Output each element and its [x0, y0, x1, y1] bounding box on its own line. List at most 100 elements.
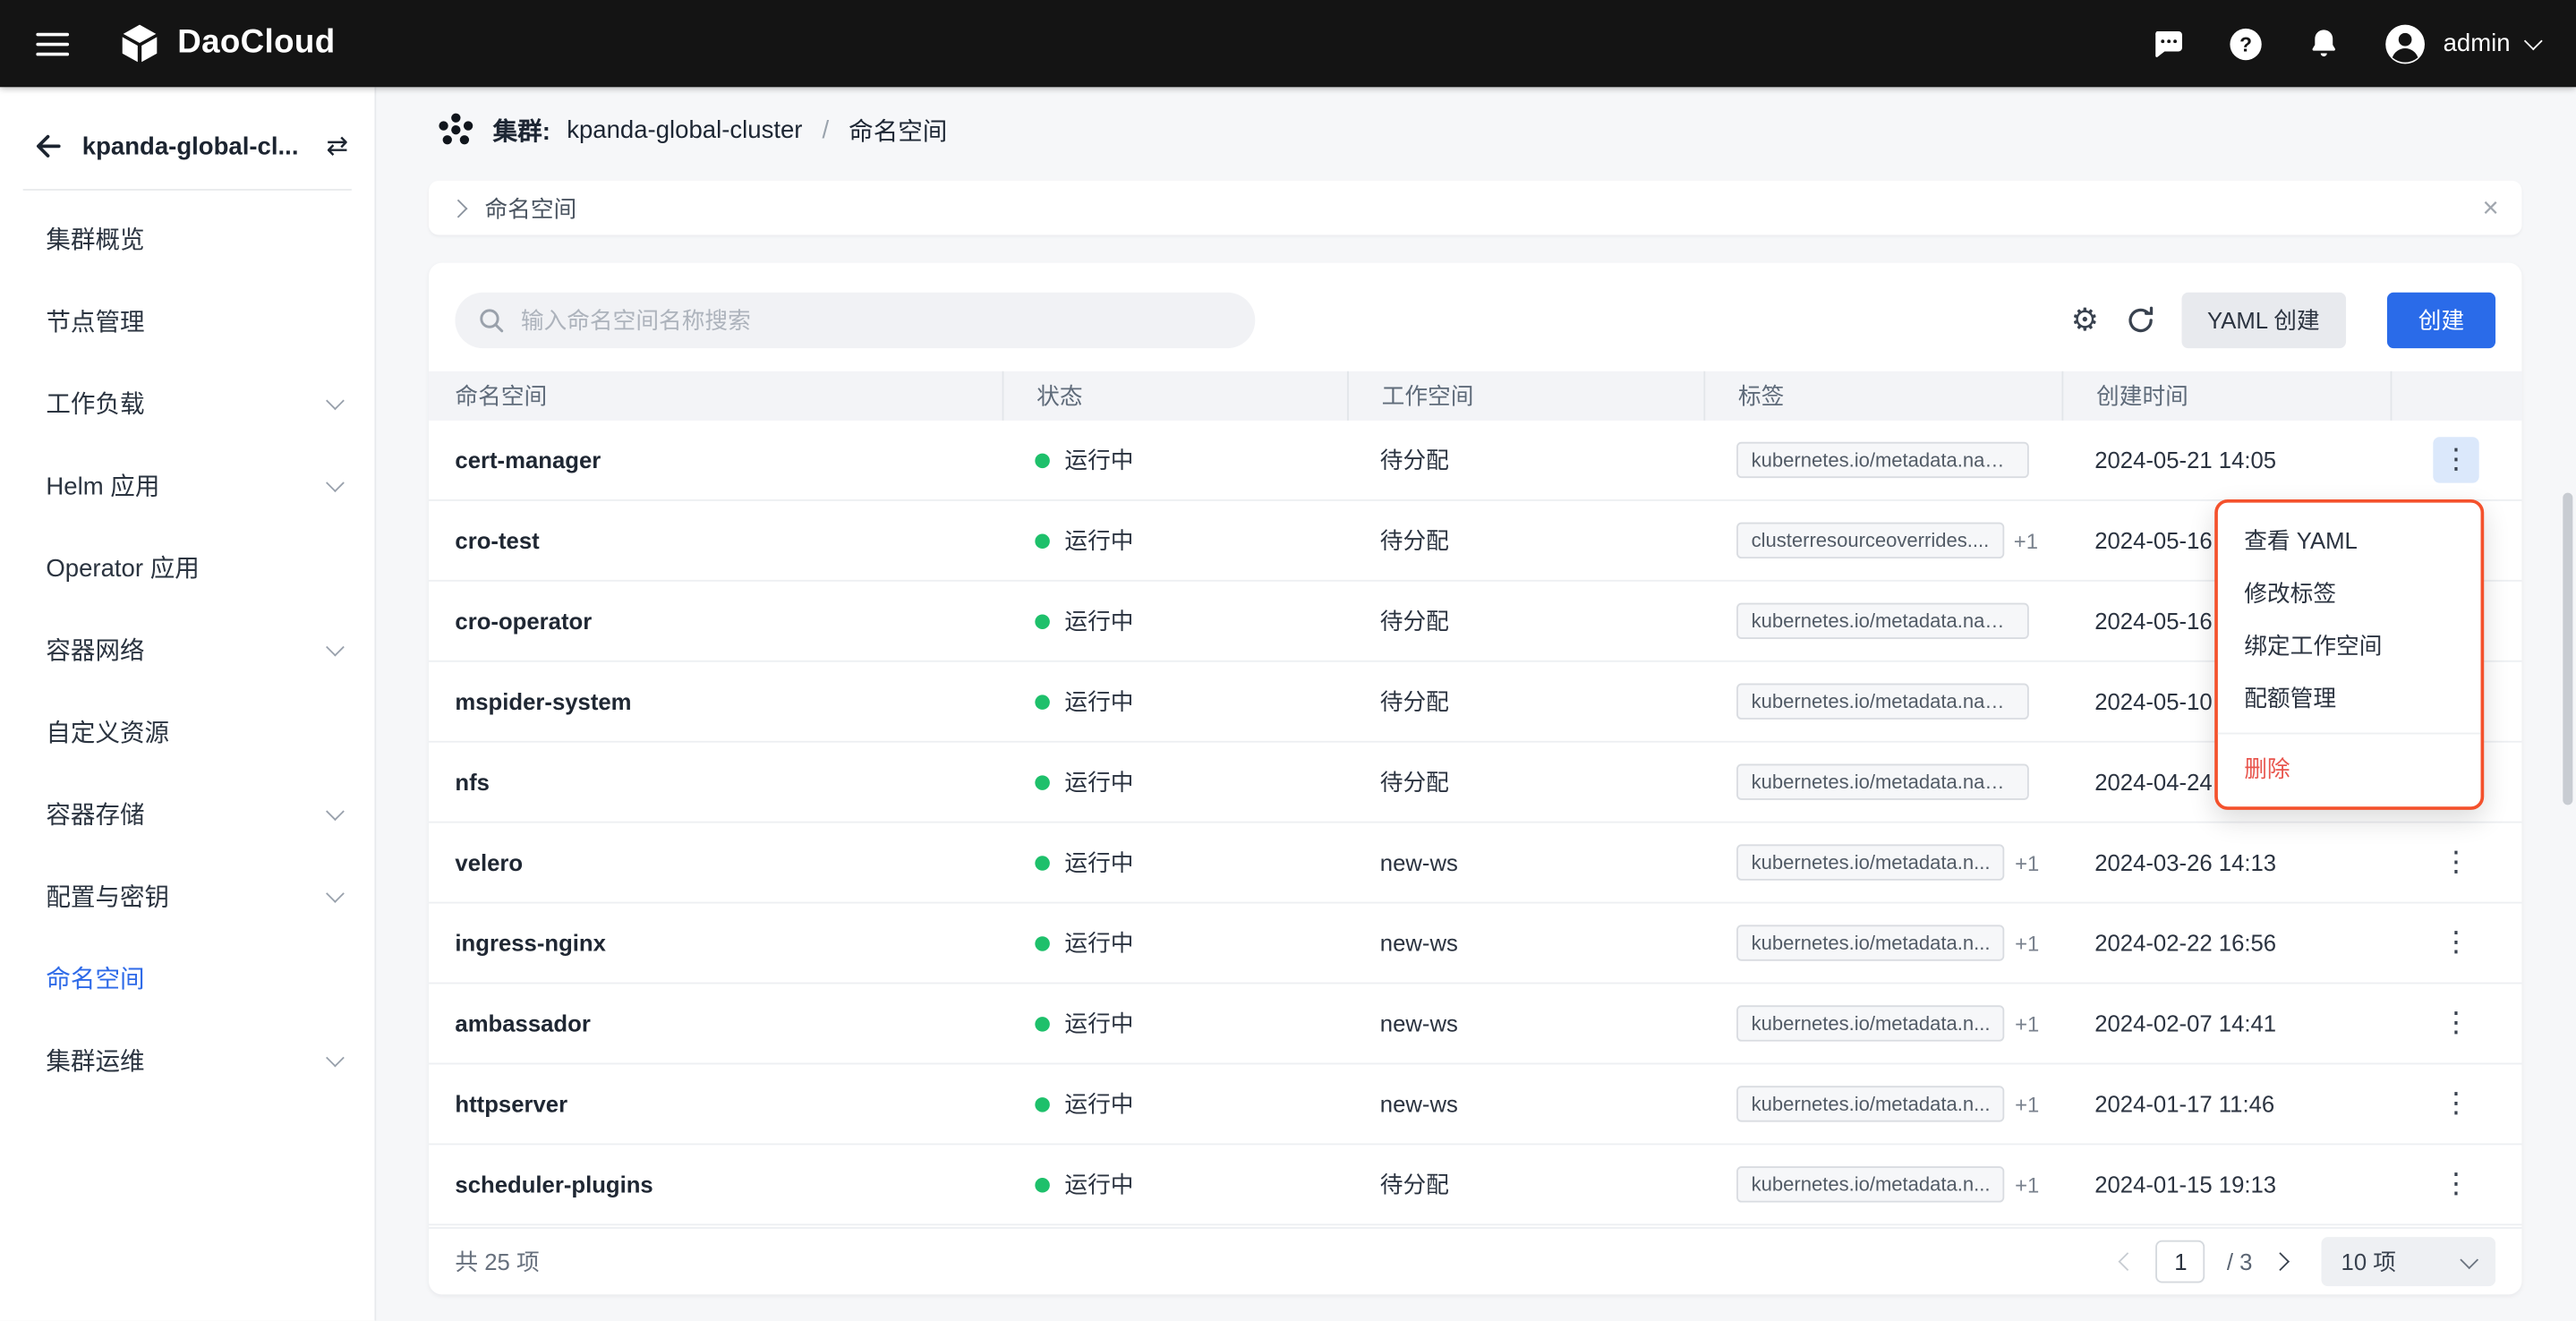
scrollbar-thumb[interactable] [2563, 493, 2572, 805]
table-row[interactable]: httpserver 运行中 new-ws kubernetes.io/meta… [429, 1064, 2521, 1145]
username-label: admin [2444, 30, 2511, 57]
label-chip: kubernetes.io/metadata.n... [1736, 1005, 2005, 1041]
namespace-card: ⚙ YAML 创建 创建 命名空间 状态 工作空间 [429, 263, 2521, 1295]
settings-gear-icon[interactable]: ⚙ [2071, 304, 2099, 336]
chevron-down-icon [326, 883, 345, 902]
sidebar-item-helm-apps[interactable]: Helm 应用 [0, 444, 374, 526]
sidebar-item-container-network[interactable]: 容器网络 [0, 608, 374, 690]
brand-name: DaoCloud [177, 25, 335, 63]
next-page-icon[interactable] [2271, 1252, 2290, 1271]
brand-logo[interactable]: DaoCloud [118, 22, 335, 65]
page-number-input[interactable] [2156, 1240, 2205, 1283]
status-dot-icon [1035, 935, 1050, 950]
row-actions-button[interactable]: ⋮ [2433, 1081, 2478, 1127]
label-extra-count: +1 [2015, 931, 2039, 956]
sidebar-item-workloads[interactable]: 工作负载 [0, 362, 374, 444]
breadcrumb-separator: / [823, 115, 830, 143]
created-time: 2024-01-17 11:46 [2062, 1064, 2391, 1143]
page-size-value: 10 项 [2341, 1245, 2396, 1278]
row-actions-button[interactable]: ⋮ [2433, 920, 2478, 966]
chevron-down-icon [326, 801, 345, 820]
sidebar-item-custom-resources[interactable]: 自定义资源 [0, 690, 374, 772]
switch-cluster-icon[interactable]: ⇄ [327, 130, 349, 163]
column-header-created: 创建时间 [2062, 371, 2391, 421]
label-chip: kubernetes.io/metadata.nam... [1736, 763, 2029, 799]
sidebar-item-operator-apps[interactable]: Operator 应用 [0, 525, 374, 608]
row-actions-button[interactable]: ⋮ [2433, 839, 2478, 885]
chevron-down-icon [326, 473, 345, 491]
search-input[interactable] [517, 305, 1232, 335]
create-button[interactable]: 创建 [2387, 293, 2495, 348]
messages-icon[interactable] [2151, 26, 2186, 61]
namespace-name[interactable]: cro-operator [429, 582, 1002, 660]
table-row[interactable]: mspider-system 运行中 待分配 kubernetes.io/met… [429, 662, 2521, 743]
status-text: 运行中 [1064, 846, 1133, 879]
divider [2218, 733, 2481, 735]
table-row[interactable]: nfs 运行中 待分配 kubernetes.io/metadata.nam..… [429, 743, 2521, 823]
table-row[interactable]: ambassador 运行中 new-ws kubernetes.io/meta… [429, 984, 2521, 1064]
menu-item-quota-management[interactable]: 配额管理 [2218, 672, 2481, 725]
sidebar-item-node-management[interactable]: 节点管理 [0, 279, 374, 362]
daocloud-logo-icon [118, 22, 161, 65]
namespace-name[interactable]: cert-manager [429, 421, 1002, 499]
yaml-create-button[interactable]: YAML 创建 [2181, 293, 2346, 348]
menu-item-view-yaml[interactable]: 查看 YAML [2218, 514, 2481, 567]
page-separator: / [2227, 1249, 2233, 1274]
row-actions-button[interactable]: ⋮ [2433, 437, 2478, 482]
sidebar-item-namespaces[interactable]: 命名空间 [0, 936, 374, 1018]
namespace-name[interactable]: mspider-system [429, 662, 1002, 741]
chevron-right-icon[interactable] [449, 199, 468, 217]
namespace-name[interactable]: ambassador [429, 984, 1002, 1062]
column-header-actions [2391, 371, 2522, 421]
help-icon[interactable]: ? [2228, 25, 2264, 61]
back-arrow-icon[interactable] [33, 130, 66, 163]
chevron-down-icon [2460, 1249, 2478, 1268]
status-dot-icon [1035, 453, 1050, 468]
chevron-down-icon [326, 391, 345, 410]
namespace-name[interactable]: ingress-nginx [429, 904, 1002, 983]
row-actions-button[interactable]: ⋮ [2433, 1001, 2478, 1046]
hamburger-menu-icon[interactable] [36, 32, 69, 55]
table-row[interactable]: scheduler-plugins 运行中 待分配 kubernetes.io/… [429, 1145, 2521, 1225]
table-row[interactable]: cert-manager 运行中 待分配 kubernetes.io/metad… [429, 421, 2521, 501]
menu-item-delete[interactable]: 删除 [2218, 743, 2481, 796]
status-text: 运行中 [1064, 926, 1133, 959]
search-icon [478, 307, 504, 333]
close-icon[interactable]: × [2482, 194, 2498, 222]
user-menu[interactable]: admin [2384, 22, 2540, 65]
notifications-bell-icon[interactable] [2307, 26, 2341, 61]
namespace-name[interactable]: velero [429, 823, 1002, 902]
sidebar-item-config-secrets[interactable]: 配置与密钥 [0, 854, 374, 936]
menu-item-edit-labels[interactable]: 修改标签 [2218, 567, 2481, 619]
column-header-workspace: 工作空间 [1347, 371, 1703, 421]
table-row[interactable]: velero 运行中 new-ws kubernetes.io/metadata… [429, 823, 2521, 904]
status-text: 运行中 [1064, 444, 1133, 477]
table-row[interactable]: cro-test 运行中 待分配 clusterresourceoverride… [429, 501, 2521, 582]
chevron-down-icon [326, 637, 345, 656]
namespace-name[interactable]: scheduler-plugins [429, 1145, 1002, 1223]
created-time: 2024-05-21 14:05 [2062, 421, 2391, 499]
pagination: / 3 10 项 [2121, 1237, 2495, 1286]
sidebar: kpanda-global-cl... ⇄ 集群概览 节点管理 工作负载 Hel… [0, 87, 376, 1320]
status-text: 运行中 [1064, 1007, 1133, 1040]
label-chip: kubernetes.io/metadata.n... [1736, 925, 2005, 960]
label-extra-count: +1 [2014, 528, 2038, 553]
sidebar-item-cluster-operations[interactable]: 集群运维 [0, 1018, 374, 1101]
table-row[interactable]: cro-operator 运行中 待分配 kubernetes.io/metad… [429, 582, 2521, 662]
sidebar-item-container-storage[interactable]: 容器存储 [0, 772, 374, 855]
breadcrumb-cluster-link[interactable]: kpanda-global-cluster [567, 115, 802, 143]
page-size-select[interactable]: 10 项 [2322, 1237, 2496, 1286]
row-actions-button[interactable]: ⋮ [2433, 1162, 2478, 1207]
status-text: 运行中 [1064, 765, 1133, 798]
namespace-collapse-bar[interactable]: 命名空间 × [429, 181, 2521, 235]
sidebar-item-cluster-overview[interactable]: 集群概览 [0, 197, 374, 279]
page-total-label: 3 [2239, 1249, 2252, 1274]
table-row[interactable]: ingress-nginx 运行中 new-ws kubernetes.io/m… [429, 904, 2521, 984]
namespace-name[interactable]: nfs [429, 743, 1002, 822]
namespace-name[interactable]: cro-test [429, 501, 1002, 580]
namespace-name[interactable]: httpserver [429, 1064, 1002, 1143]
refresh-icon[interactable] [2123, 304, 2156, 337]
label-extra-count: +1 [2015, 1092, 2039, 1117]
menu-item-bind-workspace[interactable]: 绑定工作空间 [2218, 619, 2481, 672]
previous-page-icon[interactable] [2119, 1252, 2137, 1271]
